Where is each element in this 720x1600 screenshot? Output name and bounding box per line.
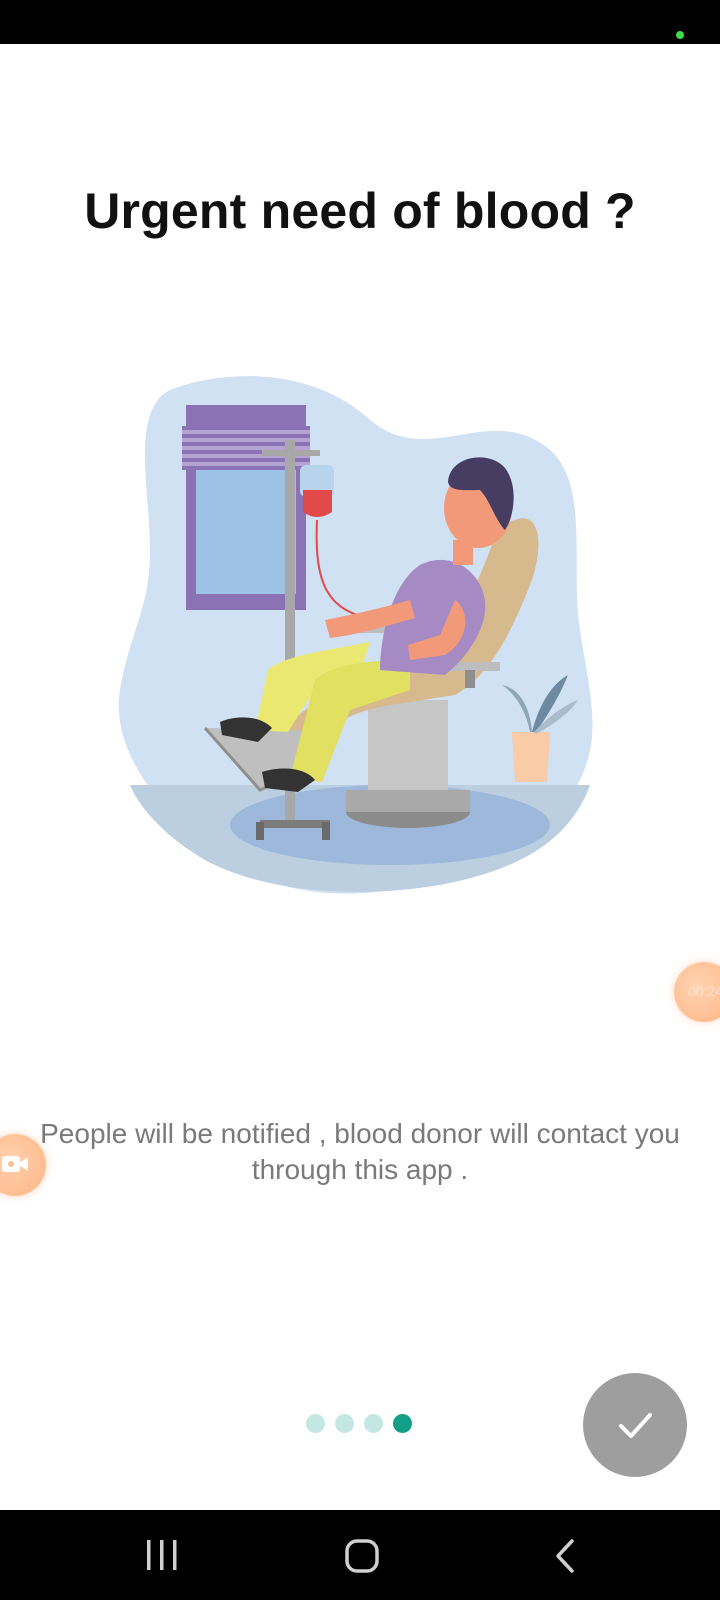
onboarding-description: People will be notified , blood donor wi… xyxy=(40,1118,680,1185)
home-button[interactable] xyxy=(321,1530,401,1580)
check-icon xyxy=(619,1413,652,1438)
status-bar xyxy=(0,0,720,44)
page-dot-1[interactable] xyxy=(306,1414,325,1433)
page-dot-3[interactable] xyxy=(364,1414,383,1433)
back-icon xyxy=(556,1539,574,1573)
page-indicator xyxy=(306,1414,412,1436)
home-icon xyxy=(345,1539,379,1573)
page-dot-4-active[interactable] xyxy=(393,1414,412,1433)
done-button[interactable] xyxy=(583,1373,687,1477)
page-dot-2[interactable] xyxy=(335,1414,354,1433)
screen-recorder-timer[interactable]: 00:24 xyxy=(674,962,720,1022)
recent-apps-icon xyxy=(147,1540,177,1570)
page-title: Urgent need of blood ? xyxy=(84,183,636,239)
recent-apps-button[interactable] xyxy=(122,1530,202,1580)
camera-in-use-indicator xyxy=(676,31,684,39)
onboarding-screen: Urgent need of blood ? 00:24 People will… xyxy=(0,0,720,1600)
recorder-timer-label: 00:24 xyxy=(688,983,720,999)
system-navigation-bar xyxy=(0,1510,720,1600)
blood-donation-illustration xyxy=(110,370,610,910)
video-camera-icon xyxy=(2,1156,28,1172)
back-button[interactable] xyxy=(530,1530,610,1580)
